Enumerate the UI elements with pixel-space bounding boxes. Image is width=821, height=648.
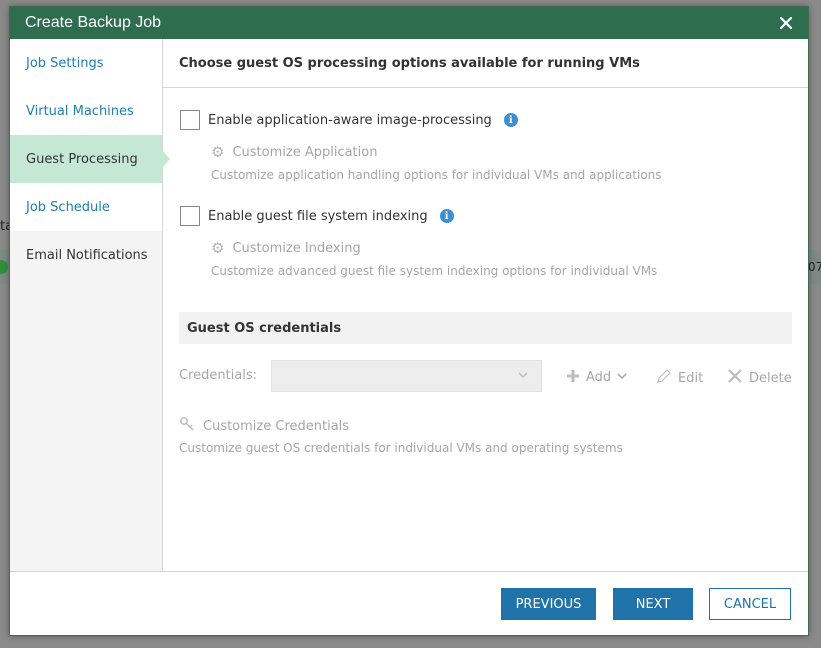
key-icon: [179, 416, 195, 436]
customize-credentials-link[interactable]: Customize Credentials: [179, 416, 349, 436]
info-icon[interactable]: i: [439, 209, 454, 223]
indexing-checkbox[interactable]: [180, 206, 200, 226]
delete-icon: [727, 368, 743, 388]
sidebar-item-label: Virtual Machines: [26, 103, 134, 119]
create-backup-job-dialog: Create Backup Job Job Settings Virtual M…: [9, 6, 809, 636]
customize-application-label: Customize Application: [232, 144, 378, 160]
sidebar-item-guest-processing[interactable]: Guest Processing: [10, 135, 170, 183]
info-icon[interactable]: i: [503, 113, 518, 127]
sidebar-item-job-schedule[interactable]: Job Schedule: [10, 183, 162, 231]
app-aware-checkbox[interactable]: [180, 110, 200, 130]
wizard-content: Choose guest OS processing options avail…: [163, 39, 808, 571]
sidebar-item-virtual-machines[interactable]: Virtual Machines: [10, 87, 162, 135]
edit-credentials-button[interactable]: Edit: [656, 368, 703, 388]
wizard-sidebar: Job Settings Virtual Machines Guest Proc…: [10, 39, 170, 571]
sidebar-item-email-notifications[interactable]: Email Notifications: [10, 231, 162, 279]
add-label: Add: [586, 370, 612, 385]
customize-application-description: Customize application handling options f…: [211, 168, 662, 182]
pencil-icon: [656, 368, 672, 388]
add-credentials-button[interactable]: Add: [566, 368, 627, 387]
sidebar-item-job-settings[interactable]: Job Settings: [10, 39, 162, 87]
chevron-down-icon: [617, 370, 627, 385]
gear-icon: ⚙: [211, 239, 225, 257]
customize-indexing-link[interactable]: ⚙ Customize Indexing: [211, 239, 361, 257]
sidebar-item-label: Guest Processing: [26, 151, 138, 167]
customize-indexing-label: Customize Indexing: [232, 240, 361, 256]
cancel-button[interactable]: CANCEL: [709, 588, 791, 620]
app-aware-label[interactable]: Enable application-aware image-processin…: [208, 113, 492, 128]
background-text-fragment-right: 07: [808, 260, 821, 274]
next-button[interactable]: NEXT: [613, 588, 693, 620]
customize-credentials-description: Customize guest OS credentials for indiv…: [179, 441, 623, 455]
plus-icon: [566, 368, 580, 387]
customize-indexing-description: Customize advanced guest file system ind…: [211, 264, 658, 278]
sidebar-item-label: Email Notifications: [26, 247, 148, 263]
delete-credentials-button[interactable]: Delete: [727, 368, 792, 388]
page-title: Choose guest OS processing options avail…: [163, 39, 808, 88]
app-aware-option: Enable application-aware image-processin…: [180, 110, 518, 130]
dialog-titlebar: Create Backup Job: [10, 7, 808, 39]
chevron-down-icon: [517, 369, 529, 384]
delete-label: Delete: [749, 370, 792, 386]
edit-label: Edit: [678, 370, 704, 386]
indexing-option: Enable guest file system indexing i: [180, 206, 454, 226]
sidebar-item-label: Job Settings: [26, 55, 104, 71]
customize-credentials-label: Customize Credentials: [203, 418, 350, 434]
sidebar-item-label: Job Schedule: [26, 199, 110, 215]
credentials-label: Credentials:: [179, 368, 258, 383]
previous-button[interactable]: PREVIOUS: [501, 588, 596, 620]
indexing-label[interactable]: Enable guest file system indexing: [208, 209, 428, 224]
dialog-title: Create Backup Job: [25, 14, 162, 31]
credentials-select[interactable]: [271, 360, 542, 392]
gear-icon: ⚙: [211, 143, 225, 161]
close-icon[interactable]: [776, 13, 796, 33]
wizard-footer: PREVIOUS NEXT CANCEL: [10, 571, 808, 635]
guest-os-credentials-header: Guest OS credentials: [179, 312, 792, 344]
customize-application-link[interactable]: ⚙ Customize Application: [211, 143, 377, 161]
